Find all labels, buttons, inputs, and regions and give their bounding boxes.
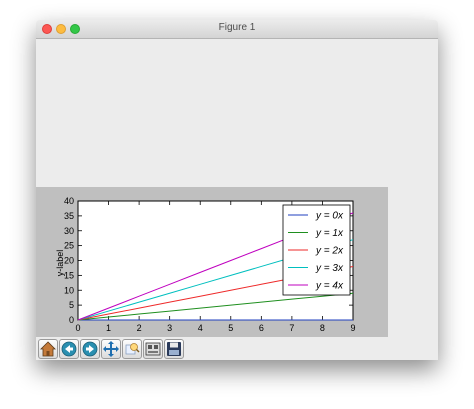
x-tick-label: 5: [228, 323, 233, 333]
save-icon: [167, 342, 181, 356]
x-tick-label: 3: [167, 323, 172, 333]
x-tick-label: 8: [320, 323, 325, 333]
line-chart[interactable]: 0 5 10 15 20 25 30 35 40 0 1 2 3 4 5 6 7 8 9 y-label y = …: [36, 187, 388, 337]
y-tick-label: 10: [64, 285, 74, 295]
y-tick-label: 35: [64, 211, 74, 221]
y-tick-label: 25: [64, 241, 74, 251]
forward-icon: [82, 341, 98, 357]
title-bar[interactable]: Figure 1: [36, 20, 438, 39]
y-tick-label: 0: [69, 315, 74, 325]
pan-button[interactable]: [101, 339, 121, 359]
zoom-button[interactable]: [122, 339, 142, 359]
x-tick-label: 4: [198, 323, 203, 333]
figure-window: Figure 1 0 5 10 15 20 25 30 35 40 0 1 2 3 4 5 6 7 8 9 y-l…: [36, 20, 438, 360]
x-tick-label: 2: [137, 323, 142, 333]
subplots-icon: [145, 342, 161, 356]
x-tick-label: 0: [75, 323, 80, 333]
y-tick-label: 40: [64, 196, 74, 206]
back-button[interactable]: [59, 339, 79, 359]
save-button[interactable]: [164, 339, 184, 359]
x-tick-label: 1: [106, 323, 111, 333]
zoom-icon: [125, 343, 140, 355]
x-tick-label: 7: [289, 323, 294, 333]
y-tick-label: 20: [64, 256, 74, 266]
x-tick-label: 9: [350, 323, 355, 333]
x-tick-label: 6: [259, 323, 264, 333]
y-axis-label: y-label: [55, 250, 65, 277]
y-tick-label: 15: [64, 270, 74, 280]
figure-canvas[interactable]: 0 5 10 15 20 25 30 35 40 0 1 2 3 4 5 6 7 8 9 y-label y = …: [36, 187, 388, 337]
back-icon: [61, 341, 77, 357]
home-icon: [40, 341, 56, 357]
home-button[interactable]: [38, 339, 58, 359]
legend-label: y = 4x: [315, 281, 344, 292]
forward-button[interactable]: [80, 339, 100, 359]
legend-label: y = 1x: [315, 228, 344, 239]
window-title: Figure 1: [218, 22, 256, 33]
pan-icon: [103, 341, 119, 357]
legend: y = 0x y = 1x y = 2x y = 3x y = 4x: [282, 204, 351, 296]
navigation-toolbar: [36, 337, 438, 360]
y-tick-label: 30: [64, 226, 74, 236]
legend-label: y = 0x: [315, 211, 344, 222]
y-tick-label: 5: [69, 300, 74, 310]
legend-label: y = 3x: [315, 263, 344, 274]
legend-label: y = 2x: [315, 246, 344, 257]
subplots-button[interactable]: [143, 339, 163, 359]
